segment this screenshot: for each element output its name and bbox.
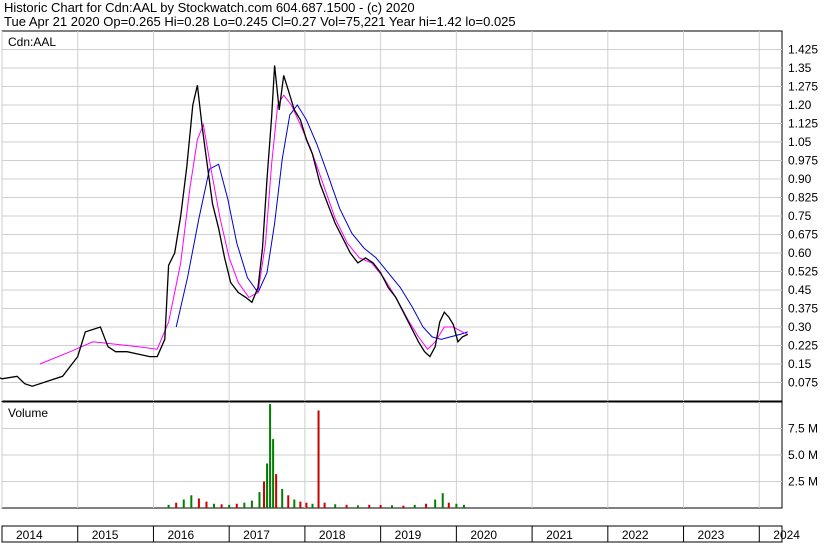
price-panel-title: Cdn:AAL (8, 35, 56, 49)
volume-bar (272, 439, 275, 508)
volume-bar (334, 504, 337, 508)
stock-chart: Cdn:AAL 0.075 0.15 0.225 0.30 0.375 0.45 0.525… (0, 30, 818, 543)
volume-bar (258, 492, 261, 508)
price-y-tick-label: 0.675 (788, 228, 818, 242)
volume-bar (455, 503, 458, 508)
volume-bar (228, 504, 231, 508)
moving-average-short-line (39, 94, 468, 365)
volume-panel: Volume 2.5 M 5.0 M 7.5 M (1, 401, 818, 509)
volume-bar (250, 500, 253, 508)
x-axis-year-label: 2023 (698, 528, 725, 542)
price-y-tick-label: 0.375 (788, 302, 818, 316)
price-gridlines (1, 31, 782, 401)
x-axis-labels: 2014 2015 2016 2017 2018 2019 2020 2021 2022 2023… (1, 526, 800, 542)
price-y-tick-label: 0.45 (788, 283, 812, 297)
volume-bar (379, 505, 382, 508)
volume-bar (345, 504, 348, 508)
volume-bar (182, 499, 185, 508)
volume-gridlines (1, 402, 782, 508)
price-y-tick-label: 0.30 (788, 320, 812, 334)
price-y-tick-label: 1.125 (788, 117, 818, 131)
volume-bar (425, 503, 428, 508)
price-series (0, 65, 468, 387)
volume-bar (263, 481, 266, 508)
price-y-tick-label: 0.225 (788, 339, 818, 353)
x-axis-year-label: 2024 (773, 528, 800, 542)
x-axis-year-label: 2022 (622, 528, 649, 542)
volume-bar (220, 504, 223, 508)
volume-bar (205, 501, 208, 508)
volume-bar (293, 499, 296, 508)
volume-bar (447, 502, 450, 508)
volume-bar (356, 505, 359, 508)
volume-bar (317, 410, 320, 508)
price-y-tick-label: 0.825 (788, 191, 818, 205)
x-axis-year-label: 2020 (470, 528, 497, 542)
volume-bar (269, 404, 272, 508)
volume-panel-title: Volume (8, 406, 48, 420)
volume-bar (413, 504, 416, 508)
volume-bar (175, 502, 178, 508)
x-axis: 2014 2015 2016 2017 2018 2019 2020 2021 2022 2023… (1, 525, 800, 543)
price-line (0, 65, 468, 387)
x-axis-frame (1, 525, 783, 543)
x-axis-year-label: 2015 (92, 528, 119, 542)
volume-bar (299, 501, 302, 508)
x-axis-year-label: 2016 (167, 528, 194, 542)
moving-average-long-line (175, 104, 468, 340)
price-y-tick-label: 1.35 (788, 61, 812, 75)
volume-bar (402, 505, 405, 508)
price-panel: Cdn:AAL 0.075 0.15 0.225 0.30 0.375 0.45 0.525… (0, 30, 818, 402)
x-axis-year-label: 2018 (319, 528, 346, 542)
price-y-tick-label: 0.15 (788, 357, 812, 371)
volume-y-tick-label: 5.0 M (788, 448, 818, 462)
price-y-tick-label: 0.90 (788, 172, 812, 186)
volume-y-axis: 2.5 M 5.0 M 7.5 M (788, 422, 818, 489)
volume-bar (266, 463, 269, 508)
volume-bar (235, 503, 238, 508)
price-y-tick-label: 1.275 (788, 80, 818, 94)
volume-y-tick-label: 7.5 M (788, 422, 818, 436)
volume-bar (167, 504, 170, 508)
volume-bar (462, 504, 465, 508)
volume-bar (305, 502, 308, 508)
price-y-tick-label: 0.975 (788, 154, 818, 168)
volume-bar (391, 505, 393, 508)
volume-bar (281, 488, 284, 508)
volume-y-tick-label: 2.5 M (788, 475, 818, 489)
x-axis-year-label: 2019 (395, 528, 422, 542)
x-axis-year-label: 2014 (16, 528, 43, 542)
price-y-tick-label: 1.05 (788, 135, 812, 149)
price-y-tick-label: 1.425 (788, 43, 818, 57)
price-y-tick-label: 0.525 (788, 265, 818, 279)
price-y-tick-label: 0.75 (788, 209, 812, 223)
volume-bar (434, 499, 437, 508)
volume-bar (287, 495, 290, 508)
volume-bar (213, 503, 216, 508)
price-y-tick-label: 0.60 (788, 246, 812, 260)
volume-bar (441, 493, 444, 508)
volume-bar (311, 503, 314, 508)
volume-bar (275, 474, 278, 508)
volume-bar (243, 502, 246, 508)
x-axis-year-label: 2017 (243, 528, 270, 542)
volume-bars (167, 404, 465, 508)
price-y-axis: 0.075 0.15 0.225 0.30 0.375 0.45 0.525 0.60 0.67… (788, 43, 818, 390)
volume-bar (368, 504, 371, 508)
price-y-tick-label: 1.20 (788, 98, 812, 112)
x-axis-year-label: 2021 (546, 528, 573, 542)
volume-bar (197, 498, 200, 508)
volume-bar (323, 502, 326, 508)
price-y-tick-label: 0.075 (788, 376, 818, 390)
volume-bar (190, 495, 193, 508)
